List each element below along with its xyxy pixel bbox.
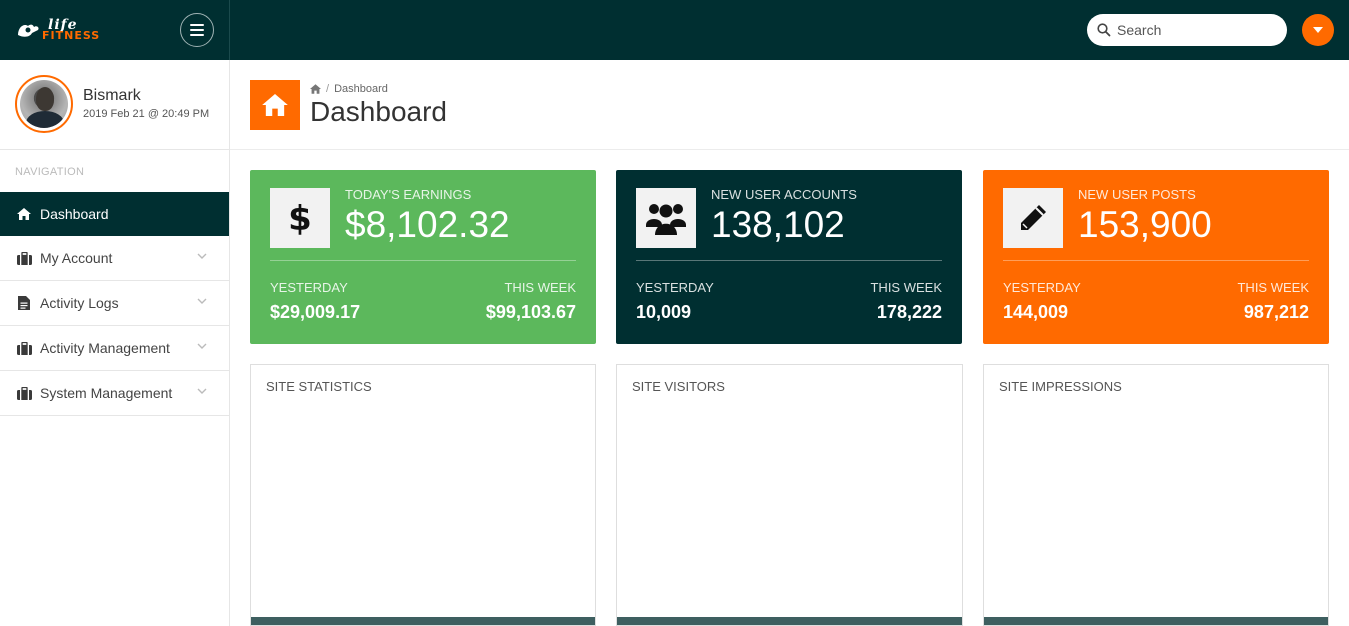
site-impressions-panel: SITE IMPRESSIONS [983,364,1329,626]
home-icon [16,206,32,222]
briefcase-icon [16,340,32,356]
panel-title: SITE VISITORS [632,379,725,394]
sidebar-item-dashboard[interactable]: Dashboard [0,192,229,236]
sidebar-item-system-management[interactable]: System Management [0,371,229,416]
card-week-label: THIS WEEK [870,280,942,295]
card-label: TODAY'S EARNINGS [345,187,472,202]
sidebar-item-label: Activity Logs [40,295,119,311]
avatar[interactable] [15,75,73,133]
earnings-card: $ TODAY'S EARNINGS $8,102.32 YESTERDAY $… [250,170,596,344]
breadcrumb-home-icon[interactable] [310,84,321,94]
panel-footer [617,617,962,625]
card-yesterday-value: 10,009 [636,302,692,322]
page-title: Dashboard [310,96,447,127]
card-yesterday-value: 144,009 [1003,302,1069,322]
panel-footer [251,617,595,625]
breadcrumb-current: Dashboard [334,83,388,95]
card-divider [1003,260,1309,261]
dollar-icon: $ [270,188,330,248]
card-divider [270,260,576,261]
sidebar-item-activity-logs[interactable]: Activity Logs [0,281,229,326]
card-yesterday-value: $29,009.17 [270,302,361,322]
sidebar-item-my-account[interactable]: My Account [0,236,229,281]
sidebar-nav: Dashboard My Account Activity Logs Activ… [0,192,229,416]
panel-title: SITE STATISTICS [266,379,372,394]
card-week-value: 178,222 [876,302,942,322]
card-value: $8,102.32 [345,204,510,245]
chevron-down-icon [197,388,207,394]
hamburger-icon [190,24,204,36]
pencil-icon [1003,188,1063,248]
nav-heading: NAVIGATION [15,166,85,178]
user-menu-button[interactable] [1302,14,1334,46]
card-value: 138,102 [711,204,845,245]
card-label: NEW USER ACCOUNTS [711,187,857,202]
card-value: 153,900 [1078,204,1212,245]
svg-text:$: $ [289,200,311,236]
document-icon [16,295,32,311]
card-week-value: $99,103.67 [485,302,576,322]
card-yesterday-label: YESTERDAY [1003,280,1081,295]
panel-footer [984,617,1328,625]
sidebar-item-label: System Management [40,385,173,401]
avatar-photo [20,80,68,128]
home-icon [250,80,300,130]
breadcrumb-separator: / [326,83,330,95]
panel-title: SITE IMPRESSIONS [999,379,1122,394]
sidebar-item-label: Activity Management [40,340,170,356]
app-logo[interactable]: life FITNESS [16,17,111,45]
search-icon [1097,23,1111,37]
card-yesterday-label: YESTERDAY [636,280,714,295]
sidebar-item-label: Dashboard [40,206,109,222]
briefcase-icon [16,250,32,266]
brand-area: life FITNESS [0,0,230,60]
profile-name: Bismark [83,87,141,104]
card-week-label: THIS WEEK [1237,280,1309,295]
logo-word-text: FITNESS [42,29,101,42]
menu-toggle-button[interactable] [180,13,214,47]
chevron-down-icon [197,343,207,349]
user-posts-card: NEW USER POSTS 153,900 YESTERDAY 144,009… [983,170,1329,344]
sidebar-item-label: My Account [40,250,113,266]
card-week-value: 987,212 [1243,302,1309,322]
sidebar-item-activity-management[interactable]: Activity Management [0,326,229,371]
user-profile: Bismark 2019 Feb 21 @ 20:49 PM [0,60,229,150]
briefcase-icon [16,385,32,401]
profile-timestamp: 2019 Feb 21 @ 20:49 PM [83,108,210,120]
chevron-down-icon [197,253,207,259]
card-week-label: THIS WEEK [504,280,576,295]
breadcrumb: / Dashboard [310,83,388,95]
card-label: NEW USER POSTS [1078,187,1196,202]
search-box[interactable] [1087,14,1287,46]
users-icon [636,188,696,248]
site-statistics-panel: SITE STATISTICS [250,364,596,626]
caret-down-icon [1313,27,1323,33]
chevron-down-icon [197,298,207,304]
sidebar: Bismark 2019 Feb 21 @ 20:49 PM NAVIGATIO… [0,60,230,626]
search-input[interactable] [1117,22,1267,38]
page-header: / Dashboard Dashboard [230,60,1349,150]
card-divider [636,260,942,261]
site-visitors-panel: SITE VISITORS [616,364,963,626]
card-yesterday-label: YESTERDAY [270,280,348,295]
top-bar: life FITNESS [0,0,1349,60]
user-accounts-card: NEW USER ACCOUNTS 138,102 YESTERDAY 10,0… [616,170,962,344]
